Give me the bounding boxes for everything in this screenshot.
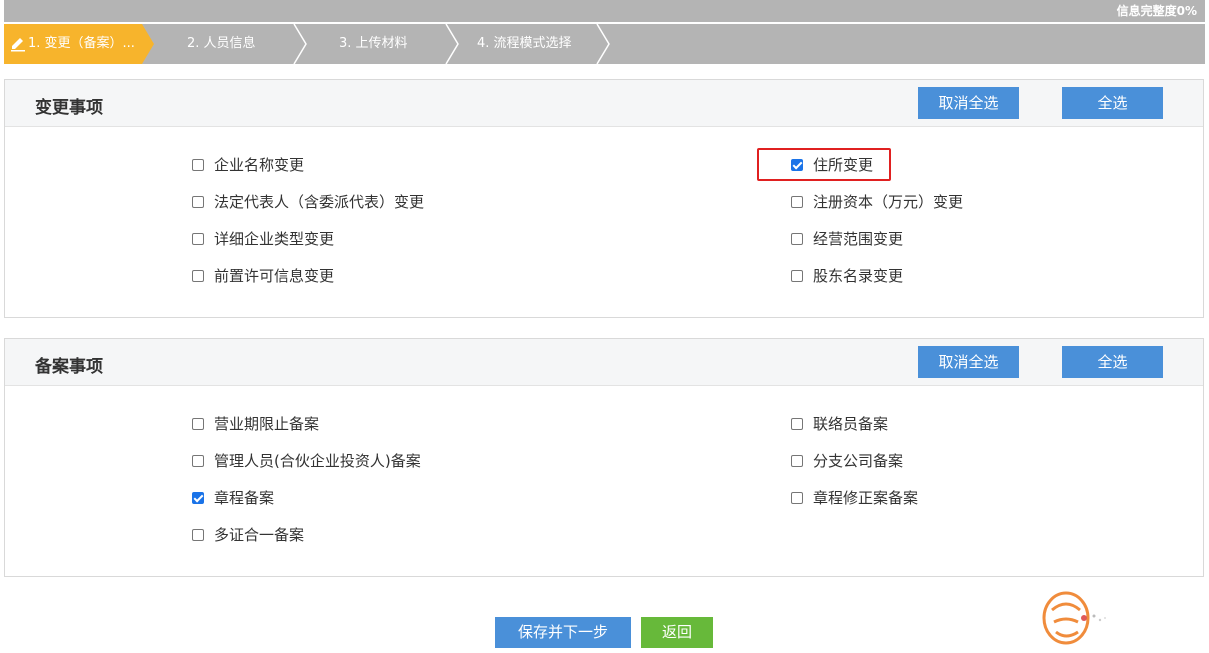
change-cancel-all-button[interactable]: 取消全选 [918,87,1019,119]
option-label: 详细企业类型变更 [214,230,335,248]
checkbox[interactable] [192,159,204,171]
step-2-personnel[interactable]: 2. 人员信息 [187,24,297,64]
filing-items-section: 备案事项 取消全选 全选 [4,338,1204,577]
step-1-label: 1. 变更（备案）... [28,36,135,51]
option-label: 章程备案 [214,489,275,507]
option-label: 管理人员(合伙企业投资人)备案 [214,452,421,470]
option-label: 股东名录变更 [813,267,904,285]
option-label: 营业期限止备案 [214,415,320,433]
checkbox[interactable] [192,270,204,282]
option-label: 联络员备案 [813,415,889,433]
save-next-button[interactable]: 保存并下一步 [495,617,631,648]
checkbox[interactable] [791,455,803,467]
option-label: 多证合一备案 [214,526,305,544]
step-bar: 1. 变更（备案）... 2. 人员信息 3. 上传材料 4. 流程模式选择 [4,24,1205,64]
option-label: 分支公司备案 [813,452,904,470]
checkbox[interactable] [791,233,803,245]
back-button[interactable]: 返回 [641,617,713,648]
checkbox[interactable] [791,492,803,504]
step-1-change[interactable]: 1. 变更（备案）... [8,24,148,64]
checkbox-checked[interactable] [791,159,803,171]
checkbox[interactable] [791,270,803,282]
option-label: 经营范围变更 [813,230,904,248]
option-label: 住所变更 [813,156,874,174]
step-divider-icon [596,24,610,64]
step-divider-icon [293,24,307,64]
step-4-label: 4. 流程模式选择 [477,36,572,51]
option-label: 章程修正案备案 [813,489,919,507]
checkbox[interactable] [791,196,803,208]
logo-icon [1042,591,1106,645]
change-items-section: 变更事项 取消全选 全选 [4,79,1204,318]
edit-icon [11,38,25,52]
step-3-upload[interactable]: 3. 上传材料 [339,24,449,64]
checkbox[interactable] [192,196,204,208]
checkbox[interactable] [192,233,204,245]
completion-indicator: 信息完整度0% [4,0,1205,22]
change-section-title: 变更事项 [35,98,103,118]
step-3-label: 3. 上传材料 [339,36,408,51]
step-2-label: 2. 人员信息 [187,36,256,51]
filing-section-header: 备案事项 取消全选 全选 [5,339,1203,386]
checkbox[interactable] [791,418,803,430]
change-select-all-button[interactable]: 全选 [1062,87,1163,119]
checkbox-checked[interactable] [192,492,204,504]
checkbox[interactable] [192,529,204,541]
filing-cancel-all-button[interactable]: 取消全选 [918,346,1019,378]
completion-text: 信息完整度0% [1116,4,1197,18]
checkbox[interactable] [192,418,204,430]
option-label: 企业名称变更 [214,156,305,174]
step-divider-icon [445,24,459,64]
option-label: 注册资本（万元）变更 [813,193,964,211]
step-4-flow-mode[interactable]: 4. 流程模式选择 [477,24,607,64]
filing-section-title: 备案事项 [35,357,103,377]
option-label: 法定代表人（含委派代表）变更 [214,193,425,211]
filing-select-all-button[interactable]: 全选 [1062,346,1163,378]
checkbox[interactable] [192,455,204,467]
option-label: 前置许可信息变更 [214,267,335,285]
change-section-header: 变更事项 取消全选 全选 [5,80,1203,127]
